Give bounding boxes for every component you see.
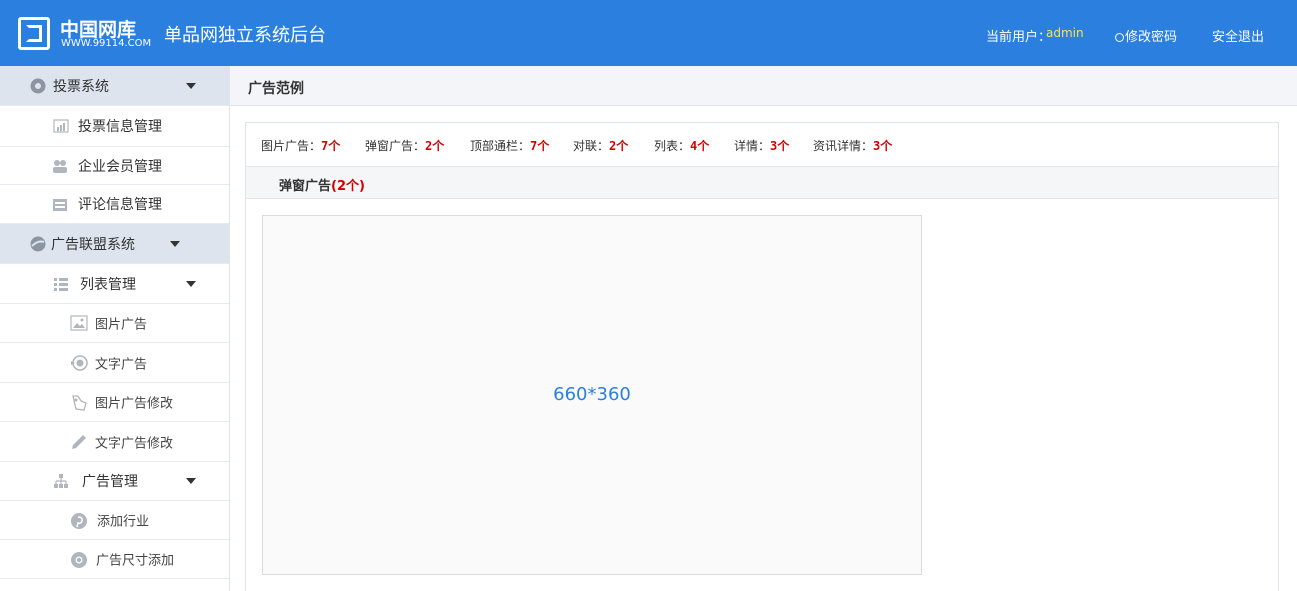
- system-title: 单品网独立系统后台: [164, 25, 326, 46]
- stat-label: 图片广告：: [261, 139, 322, 153]
- sidebar-item-comments[interactable]: 评论信息管理: [0, 185, 229, 224]
- sidebar-item-label: 文字广告: [95, 357, 148, 372]
- section-count: (2个): [331, 179, 365, 194]
- sitemap-icon: [53, 473, 69, 489]
- sidebar-item-label: 文字广告修改: [95, 436, 174, 451]
- change-password-link[interactable]: 修改密码: [1115, 26, 1177, 45]
- list-icon: [53, 276, 69, 292]
- clock-icon: [1115, 33, 1124, 42]
- logo-icon: [18, 17, 50, 50]
- edit-image-icon: [70, 394, 88, 411]
- sidebar-item-image-ad[interactable]: 图片广告: [0, 304, 229, 343]
- stat-label: 详情：: [734, 139, 771, 153]
- sidebar-item-label: 评论信息管理: [78, 197, 162, 213]
- stat-label: 弹窗广告：: [365, 139, 426, 153]
- stat-popup-ad[interactable]: 弹窗广告：2个: [365, 137, 444, 154]
- users-icon: [52, 158, 68, 174]
- stat-count: 3个: [770, 139, 790, 153]
- bar-chart-icon: [53, 118, 69, 134]
- calendar-icon: [52, 196, 68, 212]
- sidebar-item-label: 添加行业: [97, 514, 150, 530]
- logout-link[interactable]: 安全退出: [1212, 26, 1264, 45]
- sidebar-item-vote-system[interactable]: 投票系统: [0, 66, 229, 106]
- stat-top-banner[interactable]: 顶部通栏：7个: [470, 137, 549, 154]
- stat-label: 列表：: [654, 139, 691, 153]
- sidebar-item-ad-mgmt[interactable]: 广告管理: [0, 462, 229, 501]
- sidebar-item-label: 企业会员管理: [78, 158, 162, 175]
- page-title: 广告范例: [248, 81, 304, 97]
- caret-down-icon: [186, 82, 196, 89]
- chrome-icon: [70, 551, 88, 568]
- stat-label: 对联：: [573, 139, 610, 153]
- stat-label: 顶部通栏：: [470, 139, 531, 153]
- sidebar-item-label: 广告联盟系统: [51, 236, 135, 253]
- pencil-icon: [70, 434, 88, 450]
- stat-count: 4个: [690, 139, 710, 153]
- stat-news-detail[interactable]: 资讯详情：3个: [813, 137, 892, 154]
- sidebar-item-ad-size-add[interactable]: 广告尺寸添加: [0, 540, 229, 579]
- sidebar-item-label: 图片广告: [95, 317, 148, 333]
- section-header: 弹窗广告(2个): [246, 167, 1278, 199]
- text-ad-icon: [70, 354, 88, 371]
- sidebar: 投票系统 投票信息管理 企业会员管理 评论信息管理 广告联盟系统 列表管理 图片…: [0, 66, 230, 591]
- caret-down-icon: [186, 478, 196, 484]
- stat-count: 7个: [530, 139, 550, 153]
- stat-image-ad[interactable]: 图片广告：7个: [261, 137, 340, 154]
- sidebar-item-ad-alliance[interactable]: 广告联盟系统: [0, 224, 229, 264]
- stat-couplet[interactable]: 对联：2个: [573, 137, 628, 154]
- section-title: 弹窗广告(2个): [279, 175, 365, 194]
- sidebar-item-label: 投票信息管理: [78, 119, 162, 135]
- stat-count: 7个: [321, 139, 341, 153]
- vote-icon: [30, 78, 46, 94]
- stat-detail[interactable]: 详情：3个: [734, 137, 789, 154]
- globe-icon: [30, 236, 46, 252]
- sidebar-item-label: 投票系统: [53, 78, 109, 95]
- stat-count: 2个: [425, 139, 445, 153]
- username: admin: [1046, 26, 1084, 40]
- sidebar-item-label: 广告管理: [82, 474, 138, 490]
- pinterest-icon: [70, 512, 88, 529]
- ad-size-label: 660*360: [553, 384, 631, 405]
- sidebar-item-text-ad-edit[interactable]: 文字广告修改: [0, 422, 229, 462]
- sidebar-item-member[interactable]: 企业会员管理: [0, 147, 229, 185]
- sidebar-item-text-ad[interactable]: 文字广告: [0, 343, 229, 383]
- logo-url: WWW.99114.COM: [61, 38, 152, 49]
- caret-down-icon: [186, 280, 196, 287]
- breadcrumb: 广告范例: [230, 66, 1297, 106]
- sidebar-item-image-ad-edit[interactable]: 图片广告修改: [0, 383, 229, 422]
- stat-list[interactable]: 列表：4个: [654, 137, 709, 154]
- sidebar-item-list-mgmt[interactable]: 列表管理: [0, 264, 229, 304]
- sidebar-item-label: 列表管理: [80, 276, 136, 293]
- ad-panel: 图片广告：7个 弹窗广告：2个 顶部通栏：7个 对联：2个 列表：4个 详情：3…: [245, 122, 1279, 591]
- current-user-label: 当前用户：: [986, 30, 1052, 45]
- sidebar-item-label: 图片广告修改: [95, 396, 174, 412]
- section-title-text: 弹窗广告: [279, 179, 332, 194]
- image-icon: [70, 315, 88, 331]
- stat-count: 3个: [873, 139, 893, 153]
- ad-stats-bar: 图片广告：7个 弹窗广告：2个 顶部通栏：7个 对联：2个 列表：4个 详情：3…: [246, 123, 1278, 167]
- ad-placeholder: 660*360: [262, 215, 922, 575]
- sidebar-item-vote-info[interactable]: 投票信息管理: [0, 106, 229, 147]
- sidebar-item-add-industry[interactable]: 添加行业: [0, 501, 229, 540]
- top-header: 中国网库 WWW.99114.COM 单品网独立系统后台 当前用户： admin…: [0, 0, 1297, 66]
- caret-down-icon: [170, 240, 180, 247]
- change-password-label: 修改密码: [1125, 30, 1178, 45]
- main-content: 广告范例 图片广告：7个 弹窗广告：2个 顶部通栏：7个 对联：2个 列表：4个…: [230, 66, 1297, 591]
- stat-count: 2个: [609, 139, 629, 153]
- stat-label: 资讯详情：: [813, 139, 874, 153]
- sidebar-item-label: 广告尺寸添加: [96, 553, 175, 569]
